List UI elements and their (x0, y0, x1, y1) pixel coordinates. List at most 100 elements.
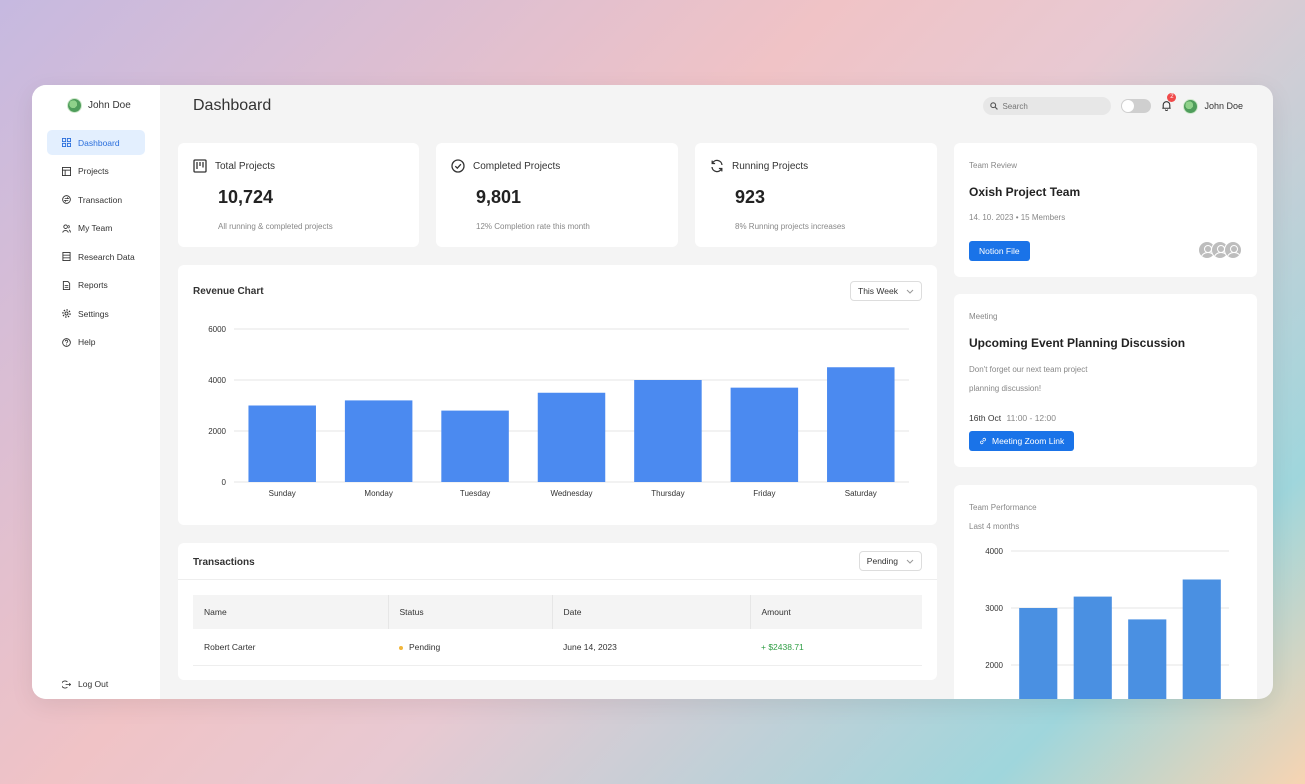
notion-file-label: Notion File (979, 246, 1020, 256)
refresh-icon (711, 159, 723, 173)
stat-value: 923 (735, 187, 766, 207)
top-bar: 2 John Doe (983, 93, 1243, 115)
transactions-table: Name Status Date Amount Robert Carter Pe… (193, 595, 922, 666)
y-tick-label: 2000 (985, 661, 1003, 670)
stat-card-running-projects: Running Projects 923 8% Running projects… (695, 143, 937, 247)
stat-title: Completed Projects (451, 159, 560, 173)
stat-card-total-projects: Total Projects 10,724 All running & comp… (178, 143, 419, 247)
team-icon (62, 223, 71, 233)
team-review-title: Oxish Project Team (969, 185, 1081, 199)
sidebar-item-label: Research Data (78, 251, 135, 262)
meeting-description-line2: planning discussion! (969, 384, 1042, 393)
meeting-label: Meeting (969, 312, 998, 321)
chevron-down-icon (906, 559, 914, 564)
sidebar-item-research-data[interactable]: Research Data (47, 244, 145, 269)
x-tick-label: Wednesday (550, 489, 592, 498)
column-header-name[interactable]: Name (193, 595, 389, 629)
sidebar-item-label: Help (78, 337, 96, 347)
transactions-card: Transactions Pending Name Status Date Am… (178, 543, 937, 680)
sidebar-item-label: Projects (78, 166, 109, 176)
y-tick-label: 0 (222, 478, 227, 487)
reports-icon (62, 280, 71, 290)
sidebar-item-settings[interactable]: Settings (47, 301, 145, 326)
bar (441, 410, 509, 482)
stat-subtitle: 8% Running projects increases (735, 222, 846, 231)
bar (1073, 596, 1112, 699)
sidebar-item-label: Dashboard (78, 137, 120, 148)
column-header-date[interactable]: Date (552, 595, 751, 629)
search-icon (990, 102, 999, 110)
status-filter-dropdown[interactable]: Pending (858, 551, 922, 571)
sidebar-item-dashboard[interactable]: Dashboard (47, 130, 145, 155)
theme-toggle[interactable] (1121, 99, 1152, 113)
sidebar-item-transaction[interactable]: Transaction (47, 187, 145, 212)
y-tick-label: 6000 (208, 325, 226, 334)
column-header-status[interactable]: Status (388, 595, 553, 629)
bar (634, 380, 702, 482)
x-tick-label: Tuesday (460, 489, 490, 498)
notion-file-button[interactable]: Notion File (969, 241, 1030, 261)
column-header-amount[interactable]: Amount (750, 595, 922, 629)
x-tick-label: Friday (753, 489, 775, 498)
bar (248, 405, 316, 482)
page-title: Dashboard (193, 97, 272, 114)
sidebar-nav: Dashboard Projects Transaction My Team R… (47, 130, 145, 358)
x-tick-label: Sunday (269, 489, 296, 498)
y-tick-label: 2000 (208, 427, 226, 436)
table-row[interactable]: Robert Carter Pending June 14, 2023 + $2… (193, 629, 922, 666)
header-user[interactable]: John Doe (1183, 98, 1243, 114)
search-box[interactable] (983, 97, 1112, 115)
x-tick-label: Saturday (845, 489, 877, 498)
member-avatars[interactable] (1198, 241, 1242, 259)
team-review-meta: 14. 10. 2023 • 15 Members (969, 213, 1066, 222)
search-input[interactable] (1002, 101, 1103, 111)
x-tick-label: Thursday (651, 489, 684, 498)
sidebar-item-help[interactable]: Help (47, 330, 145, 355)
team-performance-card: Team Performance Last 4 months 100020003… (954, 485, 1257, 699)
settings-icon (62, 309, 71, 318)
stat-value: 10,724 (218, 187, 274, 207)
stat-title-text: Completed Projects (473, 160, 561, 172)
status-filter-value: Pending (866, 556, 898, 566)
grid-icon (62, 138, 71, 147)
bar (1128, 619, 1167, 699)
stat-title: Total Projects (193, 159, 275, 173)
avatar (1224, 241, 1242, 259)
sidebar: John Doe Dashboard Projects Transaction … (32, 85, 160, 699)
bar (827, 367, 895, 482)
sidebar-item-reports[interactable]: Reports (47, 273, 145, 298)
cell-name: Robert Carter (193, 629, 388, 666)
bar (344, 400, 413, 482)
bar (537, 392, 606, 482)
header-user-name: John Doe (1204, 101, 1243, 111)
pending-dot-icon (399, 645, 403, 650)
sidebar-item-label: My Team (78, 223, 113, 233)
revenue-bar-chart: 0 2000 4000 6000 Sunday Monday Tuesday Wednesda… (208, 325, 909, 498)
bar (1019, 608, 1058, 699)
stat-title-text: Total Projects (215, 160, 276, 172)
team-performance-bar-chart: 1000200030004000 (985, 547, 1229, 699)
meeting-title: Upcoming Event Planning Discussion (969, 336, 1186, 350)
board-icon (193, 159, 207, 173)
sidebar-user[interactable]: John Doe (67, 98, 131, 113)
divider (178, 579, 937, 580)
logout-icon (62, 679, 71, 689)
notification-button[interactable]: 2 (1161, 93, 1177, 112)
x-tick-label: Monday (364, 489, 392, 498)
dashboard-window: John Doe Dashboard Projects Transaction … (32, 85, 1273, 699)
sidebar-item-my-team[interactable]: My Team (47, 216, 145, 241)
bar (730, 387, 799, 482)
stat-subtitle: All running & completed projects (218, 222, 333, 231)
revenue-chart-card: Revenue Chart This Week 0 2000 4000 6000 Sun… (178, 265, 937, 525)
status-text: Pending (409, 641, 441, 652)
avatar (1183, 98, 1199, 114)
cell-date: June 14, 2023 (552, 629, 750, 666)
sidebar-item-projects[interactable]: Projects (47, 159, 145, 184)
check-circle-icon (451, 159, 465, 173)
bar (1182, 579, 1221, 699)
logout-button[interactable]: Log Out (62, 679, 108, 689)
meeting-zoom-link-button[interactable]: Meeting Zoom Link (969, 431, 1075, 451)
logout-label: Log Out (78, 679, 109, 689)
meeting-schedule: 16th Oct 11:00 - 12:00 (969, 413, 1056, 423)
projects-icon (62, 166, 71, 176)
